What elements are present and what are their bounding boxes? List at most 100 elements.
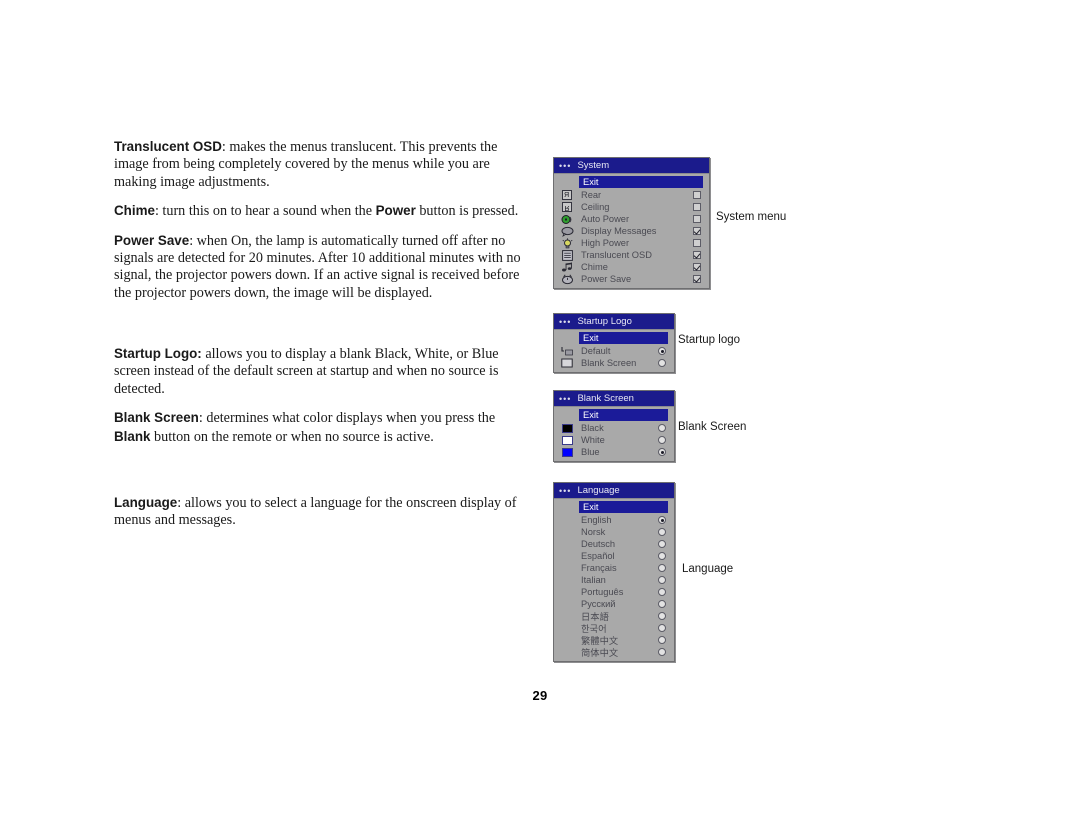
black-swatch-icon	[556, 423, 578, 434]
high-power-checkbox[interactable]	[693, 239, 701, 247]
menu-item-power-save[interactable]: Power Save	[554, 273, 709, 285]
blank-screen-menu-exit[interactable]: Exit	[579, 409, 668, 421]
menu-item-language[interactable]: Deutsch	[554, 538, 674, 550]
menu-item-white-control[interactable]	[650, 436, 674, 444]
startup-logo-menu-exit[interactable]: Exit	[579, 332, 668, 344]
language-radio[interactable]	[658, 576, 666, 584]
menu-item-language-control[interactable]	[650, 624, 674, 632]
menu-item-high-power[interactable]: High Power	[554, 237, 709, 249]
caption-startup-logo: Startup logo	[678, 334, 741, 346]
menu-item-blue-control[interactable]	[650, 448, 674, 456]
language-radio[interactable]	[658, 648, 666, 656]
default-logo-radio[interactable]	[658, 347, 666, 355]
menu-item-language-control[interactable]	[650, 564, 674, 572]
blue-radio[interactable]	[658, 448, 666, 456]
language-radio[interactable]	[658, 528, 666, 536]
menu-item-display-messages[interactable]: Display Messages	[554, 225, 709, 237]
menu-dots-icon: •••	[559, 160, 572, 171]
menu-item-default-logo[interactable]: Default	[554, 345, 674, 357]
language-menu-exit[interactable]: Exit	[579, 501, 668, 513]
paragraph-blank-screen: Blank Screen: determines what color disp…	[114, 409, 534, 446]
menu-item-chime-label: Chime	[581, 262, 608, 272]
language-radio[interactable]	[658, 552, 666, 560]
menu-item-language[interactable]: Español	[554, 550, 674, 562]
white-radio[interactable]	[658, 436, 666, 444]
menu-item-language-control[interactable]	[650, 528, 674, 536]
blank-screen-icon	[556, 358, 578, 369]
menu-item-black[interactable]: Black	[554, 422, 674, 434]
blank-screen-menu-window: ••• Blank Screen Exit Black White Blue	[553, 390, 675, 462]
translucent-osd-checkbox[interactable]	[693, 251, 701, 259]
menu-item-language-control[interactable]	[650, 516, 674, 524]
term-chime: Chime	[114, 203, 155, 219]
menu-item-chime-control[interactable]	[685, 263, 709, 271]
menu-item-language-control[interactable]	[650, 552, 674, 560]
menu-item-auto-power-control[interactable]	[685, 215, 709, 223]
system-menu-exit[interactable]: Exit	[579, 176, 703, 188]
menu-item-translucent-osd-control[interactable]	[685, 251, 709, 259]
startup-logo-menu-titlebar: ••• Startup Logo	[554, 314, 674, 330]
language-row-spacer	[556, 575, 578, 586]
menu-item-default-logo-control[interactable]	[650, 347, 674, 355]
language-radio[interactable]	[658, 540, 666, 548]
menu-item-language-control[interactable]	[650, 636, 674, 644]
system-menu-titlebar: ••• System	[554, 158, 709, 174]
chime-checkbox[interactable]	[693, 263, 701, 271]
term-translucent-osd: Translucent OSD	[114, 139, 222, 154]
text-block-logo-blank: Startup Logo: allows you to display a bl…	[114, 345, 534, 457]
menu-item-translucent-osd[interactable]: Translucent OSD	[554, 249, 709, 261]
menu-item-power-save-control[interactable]	[685, 275, 709, 283]
auto-power-checkbox[interactable]	[693, 215, 701, 223]
language-radio[interactable]	[658, 600, 666, 608]
menu-item-black-control[interactable]	[650, 424, 674, 432]
menu-item-language[interactable]: Norsk	[554, 526, 674, 538]
menu-item-language-control[interactable]	[650, 540, 674, 548]
menu-item-ceiling-label: Ceiling	[581, 202, 610, 212]
language-menu-rows: Exit English Norsk Deutsch Español Français I…	[554, 499, 674, 658]
white-swatch	[561, 435, 573, 445]
blank-screen-menu-rows: Exit Black White Blue	[554, 407, 674, 458]
menu-item-blank-screen-logo-control[interactable]	[650, 359, 674, 367]
menu-item-high-power-control[interactable]	[685, 239, 709, 247]
menu-item-rear-control[interactable]	[685, 191, 709, 199]
menu-item-language-control[interactable]	[650, 600, 674, 608]
rear-checkbox[interactable]	[693, 191, 701, 199]
ceiling-checkbox[interactable]	[693, 203, 701, 211]
blank-screen-logo-radio[interactable]	[658, 359, 666, 367]
language-radio[interactable]	[658, 636, 666, 644]
menu-item-rear[interactable]: R Rear	[554, 189, 709, 201]
menu-item-chime[interactable]: Chime	[554, 261, 709, 273]
power-save-checkbox[interactable]	[693, 275, 701, 283]
menu-item-language[interactable]: Português	[554, 586, 674, 598]
menu-item-display-messages-label: Display Messages	[581, 226, 657, 236]
menu-item-auto-power[interactable]: Auto Power	[554, 213, 709, 225]
language-radio[interactable]	[658, 564, 666, 572]
language-row-spacer	[556, 587, 578, 598]
page-number: 29	[532, 688, 548, 703]
language-radio[interactable]	[658, 612, 666, 620]
menu-item-language[interactable]: Italian	[554, 574, 674, 586]
language-row-spacer	[556, 539, 578, 550]
menu-item-language-control[interactable]	[650, 588, 674, 596]
language-radio[interactable]	[658, 588, 666, 596]
menu-item-blank-screen-logo[interactable]: Blank Screen	[554, 357, 674, 369]
menu-item-language[interactable]: Français	[554, 562, 674, 574]
language-row-spacer	[556, 635, 578, 646]
menu-item-language-control[interactable]	[650, 612, 674, 620]
menu-item-language-control[interactable]	[650, 576, 674, 584]
menu-item-white[interactable]: White	[554, 434, 674, 446]
menu-item-blue[interactable]: Blue	[554, 446, 674, 458]
menu-item-blue-label: Blue	[581, 447, 600, 457]
menu-item-blank-screen-logo-label: Blank Screen	[581, 358, 637, 368]
menu-item-language[interactable]: 简体中文	[554, 646, 674, 658]
display-messages-checkbox[interactable]	[693, 227, 701, 235]
black-radio[interactable]	[658, 424, 666, 432]
language-radio[interactable]	[658, 624, 666, 632]
menu-item-display-messages-control[interactable]	[685, 227, 709, 235]
menu-item-ceiling-control[interactable]	[685, 203, 709, 211]
menu-item-language-control[interactable]	[650, 648, 674, 656]
power-save-clock-icon	[556, 274, 578, 285]
menu-item-language[interactable]: English	[554, 514, 674, 526]
menu-item-ceiling[interactable]: R Ceiling	[554, 201, 709, 213]
language-radio[interactable]	[658, 516, 666, 524]
